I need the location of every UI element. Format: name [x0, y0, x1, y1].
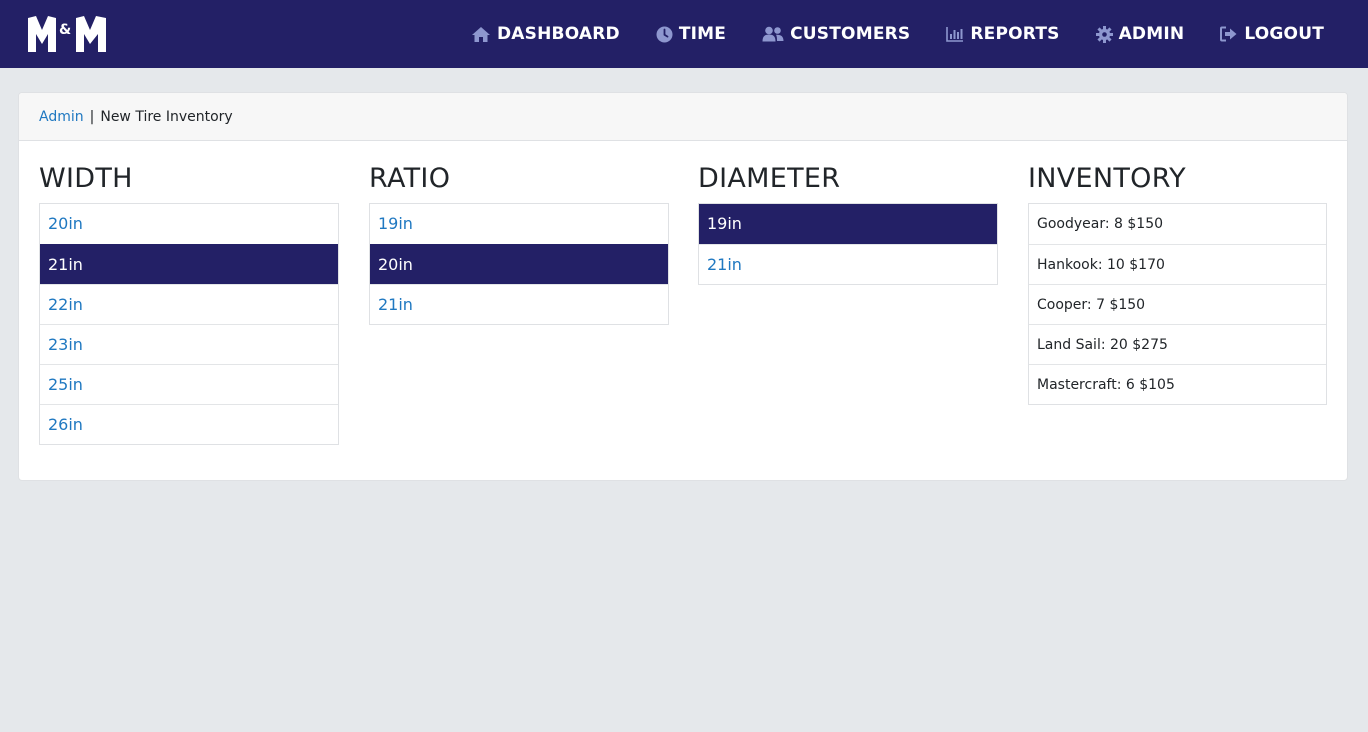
- nav-customers[interactable]: CUSTOMERS: [762, 24, 910, 44]
- width-option[interactable]: 25in: [40, 364, 338, 404]
- inventory-item: Hankook: 10 $170: [1029, 244, 1326, 284]
- brand-logo[interactable]: &: [26, 14, 108, 54]
- nav-logout-label: LOGOUT: [1244, 24, 1324, 44]
- inventory-column: INVENTORY Goodyear: 8 $150 Hankook: 10 $…: [1028, 163, 1327, 405]
- width-list: 20in 21in 22in 23in 25in 26in: [39, 203, 339, 445]
- inventory-item: Land Sail: 20 $275: [1029, 324, 1326, 364]
- inventory-list: Goodyear: 8 $150 Hankook: 10 $170 Cooper…: [1028, 203, 1327, 405]
- width-option[interactable]: 26in: [40, 404, 338, 444]
- nav-admin[interactable]: ADMIN: [1095, 24, 1185, 44]
- width-option[interactable]: 23in: [40, 324, 338, 364]
- inventory-item: Cooper: 7 $150: [1029, 284, 1326, 324]
- diameter-heading: DIAMETER: [698, 163, 841, 194]
- ratio-heading: RATIO: [369, 163, 451, 194]
- breadcrumb: Admin | New Tire Inventory: [19, 93, 1347, 141]
- breadcrumb-admin-link[interactable]: Admin: [39, 109, 84, 125]
- nav-dashboard[interactable]: DASHBOARD: [471, 24, 620, 44]
- ratio-option[interactable]: 21in: [370, 284, 668, 324]
- nav-time[interactable]: TIME: [656, 24, 726, 44]
- inventory-card: Admin | New Tire Inventory WIDTH 20in 21…: [18, 92, 1348, 481]
- diameter-list: 19in 21in: [698, 203, 998, 285]
- inventory-item: Mastercraft: 6 $105: [1029, 364, 1326, 404]
- diameter-option[interactable]: 21in: [699, 244, 997, 284]
- ratio-list: 19in 20in 21in: [369, 203, 669, 325]
- svg-text:&: &: [59, 22, 71, 38]
- users-icon: [762, 26, 784, 42]
- gear-icon: [1095, 25, 1113, 43]
- width-option[interactable]: 20in: [40, 204, 338, 244]
- width-option-selected[interactable]: 21in: [40, 244, 338, 284]
- top-navbar: & DASHBOARD TIME CUSTOMERS REPORTS ADMIN…: [0, 0, 1368, 68]
- width-option[interactable]: 22in: [40, 284, 338, 324]
- nav-time-label: TIME: [678, 24, 727, 44]
- diameter-column: DIAMETER 19in 21in: [698, 163, 998, 285]
- inventory-item: Goodyear: 8 $150: [1037, 216, 1164, 232]
- nav-logout[interactable]: LOGOUT: [1220, 24, 1324, 44]
- ratio-option-selected[interactable]: 20in: [370, 244, 668, 284]
- logout-icon: [1220, 26, 1238, 42]
- nav-reports-label: REPORTS: [970, 24, 1060, 44]
- diameter-option-selected[interactable]: 19in: [699, 204, 997, 244]
- breadcrumb-current: New Tire Inventory: [100, 108, 233, 125]
- ratio-option[interactable]: 19in: [370, 204, 668, 244]
- breadcrumb-separator: |: [89, 108, 95, 125]
- nav-customers-label: CUSTOMERS: [790, 24, 911, 44]
- ratio-column: RATIO 19in 20in 21in: [369, 163, 669, 325]
- logo-icon: &: [28, 16, 106, 52]
- nav-reports[interactable]: REPORTS: [946, 24, 1059, 44]
- main-nav: DASHBOARD TIME CUSTOMERS REPORTS ADMIN L…: [471, 0, 1324, 68]
- inventory-heading: INVENTORY: [1028, 163, 1186, 194]
- nav-dashboard-label: DASHBOARD: [497, 24, 620, 44]
- home-icon: [471, 26, 491, 43]
- clock-icon: [656, 26, 673, 43]
- chart-icon: [946, 26, 964, 42]
- width-heading: WIDTH: [39, 163, 133, 194]
- width-column: WIDTH 20in 21in 22in 23in 25in 26in: [39, 163, 339, 445]
- nav-admin-label: ADMIN: [1118, 24, 1185, 44]
